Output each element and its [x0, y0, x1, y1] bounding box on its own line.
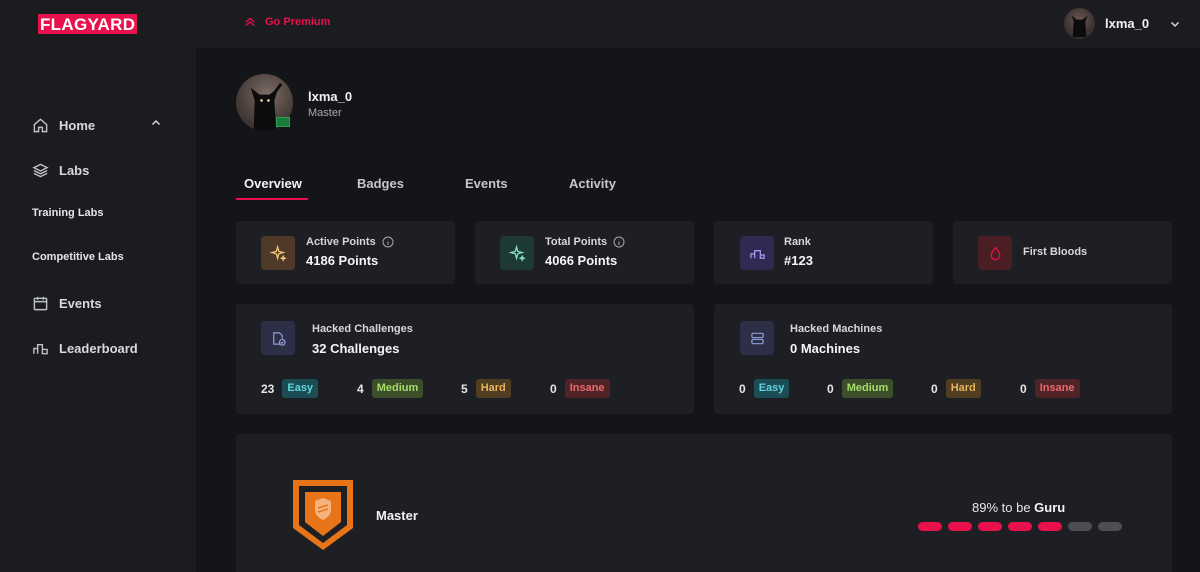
machine-hard-count: 0	[931, 381, 938, 396]
file-check-icon	[272, 331, 286, 346]
difficulty-badge-easy: Easy	[753, 379, 790, 398]
blood-drop-icon	[990, 245, 1000, 260]
next-rank-name: Guru	[1034, 500, 1066, 515]
sparkle-icon	[508, 244, 526, 262]
go-premium-link[interactable]: Go Premium	[243, 15, 330, 29]
sidebar-item-leaderboard[interactable]: Leaderboard	[32, 340, 138, 357]
active-points-label: Active Points	[306, 236, 376, 248]
sidebar-item-label: Leaderboard	[59, 341, 138, 356]
first-bloods-label: First Bloods	[1023, 246, 1088, 258]
tab-events[interactable]: Events	[465, 176, 508, 191]
chevron-down-icon[interactable]	[1169, 18, 1181, 30]
sidebar-item-label: Events	[59, 296, 102, 311]
progress-segment	[1098, 522, 1122, 531]
progress-segment	[948, 522, 972, 531]
rank-label: Rank	[784, 236, 811, 248]
challenge-insane-count: 0	[550, 381, 557, 396]
top-bar: FLAGYARD Go Premium lxma_0	[0, 0, 1200, 48]
machine-easy-count: 0	[739, 381, 746, 396]
total-points-icon-box	[500, 236, 534, 270]
info-icon[interactable]	[613, 236, 625, 248]
rank-icon-box	[740, 236, 774, 270]
challenge-medium-count: 4	[357, 381, 364, 396]
hacked-challenges-value: 32 Challenges	[312, 341, 400, 356]
progress-segment	[1068, 522, 1092, 531]
home-icon	[33, 118, 48, 133]
cat-avatar-icon	[1071, 15, 1088, 38]
difficulty-badge-insane: Insane	[564, 379, 610, 398]
sparkle-icon	[269, 244, 287, 262]
header-username: lxma_0	[1105, 16, 1150, 31]
chevron-up-icon[interactable]	[150, 117, 162, 129]
user-menu[interactable]: lxma_0	[1064, 8, 1181, 39]
challenges-icon-box	[261, 321, 295, 355]
machine-medium-stat: 0 Medium	[827, 379, 894, 398]
challenge-hard-stat: 5 Hard	[461, 379, 511, 398]
tab-activity[interactable]: Activity	[569, 176, 616, 191]
info-icon[interactable]	[382, 236, 394, 248]
machine-insane-count: 0	[1020, 381, 1027, 396]
machine-insane-stat: 0 Insane	[1020, 379, 1080, 398]
level-title: Master	[376, 508, 418, 523]
active-points-icon-box	[261, 236, 295, 270]
machine-medium-count: 0	[827, 381, 834, 396]
difficulty-badge-hard: Hard	[945, 379, 981, 398]
progress-prefix: 89% to be	[972, 500, 1035, 515]
sidebar-item-competitive-labs[interactable]: Competitive Labs	[32, 251, 124, 263]
master-rank-badge-icon	[293, 480, 353, 550]
machine-hard-stat: 0 Hard	[931, 379, 981, 398]
total-points-label-row: Total Points	[545, 236, 625, 248]
profile-name: lxma_0	[308, 89, 353, 104]
sidebar-item-labs[interactable]: Labs	[32, 162, 89, 179]
progress-segment	[918, 522, 942, 531]
total-points-value: 4066 Points	[545, 253, 618, 268]
podium-icon	[749, 249, 765, 259]
progress-segment	[1008, 522, 1032, 531]
flagyard-logo[interactable]: FLAGYARD	[38, 14, 138, 34]
sidebar-item-label: Home	[59, 118, 96, 133]
sidebar-item-label: Labs	[59, 163, 90, 178]
server-icon	[750, 332, 764, 344]
challenge-hard-count: 5	[461, 381, 468, 396]
calendar-icon	[33, 296, 48, 311]
difficulty-badge-insane: Insane	[1034, 379, 1080, 398]
difficulty-badge-medium: Medium	[841, 379, 894, 398]
next-rank-progress-text: 89% to be Guru	[972, 500, 1065, 515]
country-flag-icon	[276, 117, 290, 127]
total-points-label: Total Points	[545, 236, 608, 248]
leaderboard-icon	[33, 344, 48, 355]
active-points-label-row: Active Points	[306, 236, 394, 248]
rank-value: #123	[784, 253, 813, 268]
difficulty-badge-easy: Easy	[282, 379, 319, 398]
sidebar-item-home[interactable]: Home	[32, 117, 95, 134]
progress-segment	[978, 522, 1002, 531]
sidebar-item-events[interactable]: Events	[32, 295, 102, 312]
tab-overview[interactable]: Overview	[244, 176, 302, 191]
chevrons-up-icon	[245, 17, 255, 27]
hacked-machines-label: Hacked Machines	[790, 323, 883, 335]
rank-progress-bar	[918, 522, 1122, 531]
difficulty-badge-medium: Medium	[371, 379, 424, 398]
go-premium-label: Go Premium	[265, 16, 331, 28]
avatar	[1064, 8, 1095, 39]
challenge-easy-count: 23	[261, 381, 275, 396]
hacked-machines-value: 0 Machines	[790, 341, 861, 356]
difficulty-badge-hard: Hard	[475, 379, 511, 398]
profile-rank: Master	[308, 107, 342, 119]
challenge-insane-stat: 0 Insane	[550, 379, 610, 398]
machines-icon-box	[740, 321, 774, 355]
layers-icon	[32, 163, 49, 178]
progress-segment	[1038, 522, 1062, 531]
tab-badges[interactable]: Badges	[357, 176, 404, 191]
hacked-challenges-label: Hacked Challenges	[312, 323, 413, 335]
challenge-medium-stat: 4 Medium	[357, 379, 424, 398]
active-points-value: 4186 Points	[306, 253, 379, 268]
machine-easy-stat: 0 Easy	[739, 379, 790, 398]
active-tab-indicator	[236, 198, 308, 200]
first-bloods-icon-box	[978, 236, 1012, 270]
challenge-easy-stat: 23 Easy	[261, 379, 319, 398]
sidebar-item-training-labs[interactable]: Training Labs	[32, 207, 104, 219]
